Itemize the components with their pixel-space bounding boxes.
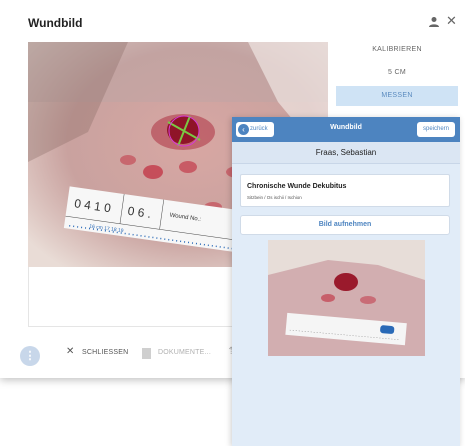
close-icon[interactable]: ✕ [446, 14, 457, 27]
dialog-title: Wundbild [28, 16, 83, 30]
wound-title: Chronische Wunde Dekubitus [247, 183, 347, 190]
scale-button[interactable]: 5 CM [336, 63, 458, 83]
capture-image-button[interactable]: Bild aufnehmen [240, 215, 450, 235]
documents-button[interactable]: DOKUMENTE... [158, 349, 211, 356]
measure-button[interactable]: MESSEN [336, 86, 458, 106]
close-button[interactable]: SCHLIESSEN [82, 349, 128, 356]
document-icon [142, 348, 151, 359]
save-button[interactable]: speichern [417, 122, 455, 137]
wound-card[interactable]: Chronische Wunde Dekubitus Sitzbein / Os… [240, 174, 450, 207]
close-x-icon[interactable]: ✕ [66, 346, 75, 357]
screen: Wundbild ✕ 0 4 1 0 0 6 . Wound No.: 16 c… [0, 0, 465, 446]
wound-photo-thumbnail[interactable] [268, 240, 425, 356]
patient-name: Fraas, Sebastian [232, 142, 460, 164]
mobile-header: ‹ zurück Wundbild speichern [232, 117, 460, 142]
wound-location: Sitzbein / Os ischii / Ischion [247, 195, 302, 200]
calibrate-button[interactable]: KALIBRIEREN [336, 40, 458, 60]
mobile-app-panel: ‹ zurück Wundbild speichern Fraas, Sebas… [232, 117, 460, 446]
person-icon[interactable] [428, 16, 440, 28]
more-vertical-icon[interactable]: ⋮ [20, 346, 40, 366]
